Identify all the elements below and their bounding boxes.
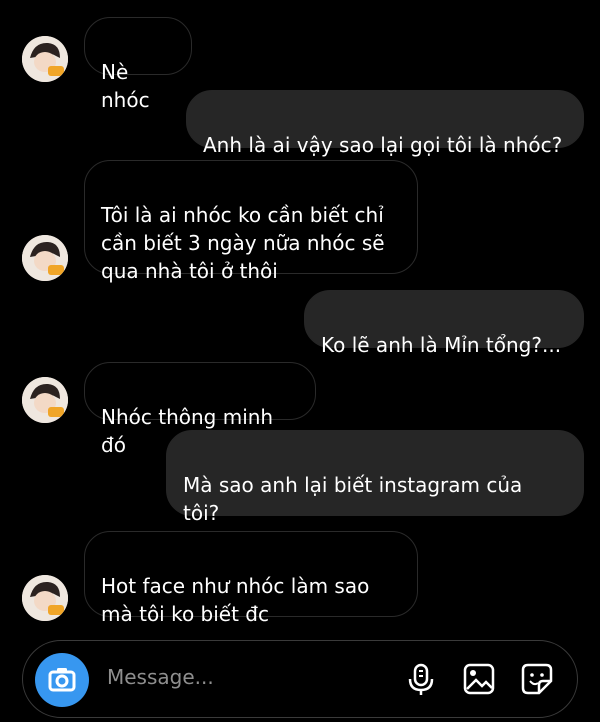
microphone-button[interactable]	[401, 659, 441, 699]
message-text: Ko lẽ anh là Mỉn tổng?...	[321, 333, 562, 357]
avatar[interactable]	[22, 575, 68, 621]
message-text: Anh là ai vậy sao lại gọi tôi là nhóc?	[203, 133, 563, 157]
message-bubble[interactable]: Nhóc thông minh đó	[84, 362, 316, 457]
camera-button[interactable]	[35, 653, 89, 707]
microphone-icon	[408, 663, 434, 695]
message-input[interactable]: Message...	[107, 665, 214, 689]
message-bubble[interactable]: Ko lẽ anh là Mỉn tổng?...	[304, 290, 584, 357]
message-text: Mà sao anh lại biết instagram của tôi?	[183, 473, 523, 525]
gallery-icon	[463, 663, 495, 695]
message-bubble[interactable]: Nè nhóc	[84, 17, 192, 112]
message-text: Nè nhóc	[101, 60, 150, 112]
sticker-icon	[521, 663, 553, 695]
gallery-button[interactable]	[459, 659, 499, 699]
message-bubble[interactable]: Mà sao anh lại biết instagram của tôi?	[166, 430, 584, 525]
camera-icon	[48, 668, 76, 692]
message-bubble[interactable]: Hot face như nhóc làm sao mà tôi ko biết…	[84, 531, 418, 626]
sticker-button[interactable]	[517, 659, 557, 699]
message-bubble[interactable]: Anh là ai vậy sao lại gọi tôi là nhóc?	[186, 90, 584, 157]
message-bubble[interactable]: Tôi là ai nhóc ko cần biết chỉ cần biết …	[84, 160, 418, 283]
message-text: Tôi là ai nhóc ko cần biết chỉ cần biết …	[101, 203, 385, 283]
avatar[interactable]	[22, 377, 68, 423]
avatar[interactable]	[22, 36, 68, 82]
message-text: Hot face như nhóc làm sao mà tôi ko biết…	[101, 574, 370, 626]
avatar[interactable]	[22, 235, 68, 281]
message-composer[interactable]: Message...	[22, 640, 578, 718]
